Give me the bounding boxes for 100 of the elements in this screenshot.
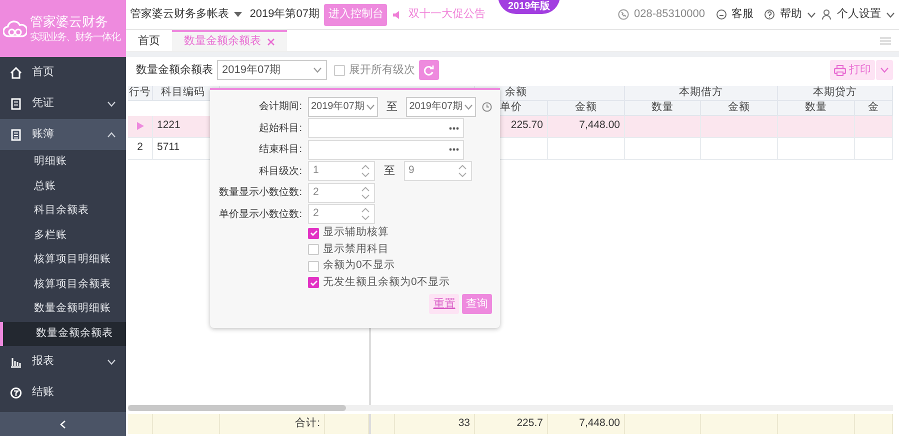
menu-icon[interactable] (880, 36, 891, 44)
column-header: 金额 (701, 100, 778, 116)
spin-field[interactable]: 9 (404, 161, 472, 182)
total-cell (855, 414, 893, 434)
field-label: 科目级次: (258, 164, 302, 179)
chat-icon[interactable] (716, 9, 726, 20)
logo-subtitle: 实现业务、财务一体化 (30, 30, 120, 44)
column-header: 数量 (778, 100, 855, 116)
checkbox[interactable] (308, 260, 319, 272)
checkbox-label: 无发生额且余额为0不显示 (323, 274, 450, 290)
sidebar-subitem[interactable]: 核算项目余额表 (0, 272, 126, 297)
spinner-arrows-icon[interactable] (458, 164, 466, 178)
more-icon[interactable] (449, 148, 459, 152)
column-header: 行号 (128, 86, 153, 101)
table-cell (855, 116, 893, 138)
total-cell (369, 414, 395, 434)
sidebar-subitem[interactable]: 总账 (0, 174, 126, 199)
sidebar-subitem[interactable]: 核算项目明细账 (0, 248, 126, 272)
help-icon[interactable] (764, 9, 775, 20)
scrollbar-thumb[interactable] (128, 405, 346, 412)
caret-down-icon[interactable] (234, 12, 242, 17)
chevron-left-icon (60, 420, 66, 428)
spin-field[interactable]: 2 (308, 204, 375, 224)
sidebar-item[interactable]: 账簿 (0, 119, 126, 150)
input-field[interactable] (308, 118, 464, 138)
checkbox[interactable] (308, 228, 319, 239)
document-icon (10, 98, 22, 110)
total-cell: 225.7 (475, 414, 548, 434)
total-cell (153, 414, 220, 434)
checkbox-label: 显示禁用科目 (323, 242, 389, 257)
chevron-down-icon (107, 100, 116, 106)
checkbox[interactable] (308, 277, 319, 288)
phone-icon (618, 9, 630, 20)
totals-label: 合计: (220, 414, 325, 434)
settings-menu[interactable]: 个人设置 (837, 6, 881, 23)
refresh-icon (423, 64, 434, 76)
range-separator: 至 (382, 164, 396, 179)
sidebar-item[interactable]: 凭证 (0, 88, 126, 119)
column-header: 数量 (625, 100, 701, 116)
input-field[interactable] (308, 140, 464, 160)
bar-chart-icon (10, 356, 22, 368)
chevron-down-icon (366, 104, 375, 110)
total-cell (128, 414, 153, 434)
report-label: 数量金额余额表 (136, 62, 213, 78)
field-label: 单价显示小数位数: (218, 208, 302, 222)
chevron-down-icon (886, 12, 895, 18)
help-menu[interactable]: 帮助 (780, 6, 802, 23)
field-label: 会计期间: (258, 100, 302, 114)
sidebar-subitem[interactable]: 数量金额明细账 (0, 297, 126, 322)
period-select[interactable]: 2019年07期 (406, 96, 476, 117)
chevron-up-icon (107, 132, 116, 138)
period-select[interactable]: 2019年07期 (217, 60, 327, 80)
user-icon[interactable] (821, 9, 832, 20)
period-label: 2019年第07期 (250, 7, 320, 22)
chevron-down-icon (807, 12, 816, 18)
chevron-down-icon (464, 104, 473, 110)
total-cell: 7,448.00 (548, 414, 625, 434)
sidebar-item[interactable]: 首页 (0, 57, 126, 88)
logo-title: 管家婆云财务 (30, 12, 109, 30)
service-link[interactable]: 客服 (732, 6, 754, 23)
chevron-down-icon (313, 67, 322, 73)
refresh-button[interactable] (418, 60, 439, 80)
print-dropdown-button[interactable] (876, 60, 893, 80)
column-header: 金额 (548, 100, 625, 116)
row-number: 2 (128, 138, 153, 160)
more-icon[interactable] (449, 126, 459, 130)
checkbox[interactable] (308, 244, 319, 256)
checkbox-label: 显示辅助核算 (323, 225, 389, 240)
home-icon (10, 66, 22, 78)
version-badge: 2019年版 (498, 0, 560, 14)
column-header: 本期贷方 (778, 86, 893, 101)
sidebar-subitem[interactable]: 多栏账 (0, 224, 126, 248)
spin-field[interactable]: 1 (308, 161, 375, 182)
column-header: 金 (855, 100, 893, 116)
spinner-arrows-icon[interactable] (361, 207, 370, 222)
tab[interactable]: 首页 (126, 30, 172, 51)
checkbox-label: 展开所有级次 (348, 62, 415, 78)
spinner-arrows-icon[interactable] (361, 186, 370, 200)
total-cell (325, 414, 369, 434)
sidebar-item[interactable]: 报表 (0, 346, 126, 377)
spinner-arrows-icon[interactable] (361, 164, 370, 178)
sidebar-subitem[interactable]: 科目余额表 (0, 199, 126, 224)
check-icon (310, 230, 318, 236)
sidebar-subitem[interactable]: 数量金额余额表 (0, 322, 126, 346)
sidebar-subitem[interactable]: 明细账 (0, 150, 126, 174)
close-icon[interactable] (267, 38, 275, 46)
field-label: 起始科目: (258, 122, 302, 136)
account-name[interactable]: 管家婆云财务多帐表 (130, 6, 229, 23)
checkbox-label: 余额为0不显示 (323, 258, 395, 274)
clock-icon[interactable] (482, 102, 492, 112)
checkbox[interactable] (334, 64, 345, 76)
horizontal-scrollbar[interactable] (128, 405, 893, 412)
field-label: 数量显示小数位数: (218, 186, 302, 200)
sidebar-item[interactable]: 结账 (0, 377, 126, 408)
spin-field[interactable]: 2 (308, 182, 375, 203)
chevron-down-icon (107, 358, 116, 364)
period-select[interactable]: 2019年07期 (308, 96, 378, 117)
phone-number: 028-85310000 (634, 7, 705, 22)
total-cell: 33 (395, 414, 475, 434)
circle-icon (10, 386, 22, 398)
